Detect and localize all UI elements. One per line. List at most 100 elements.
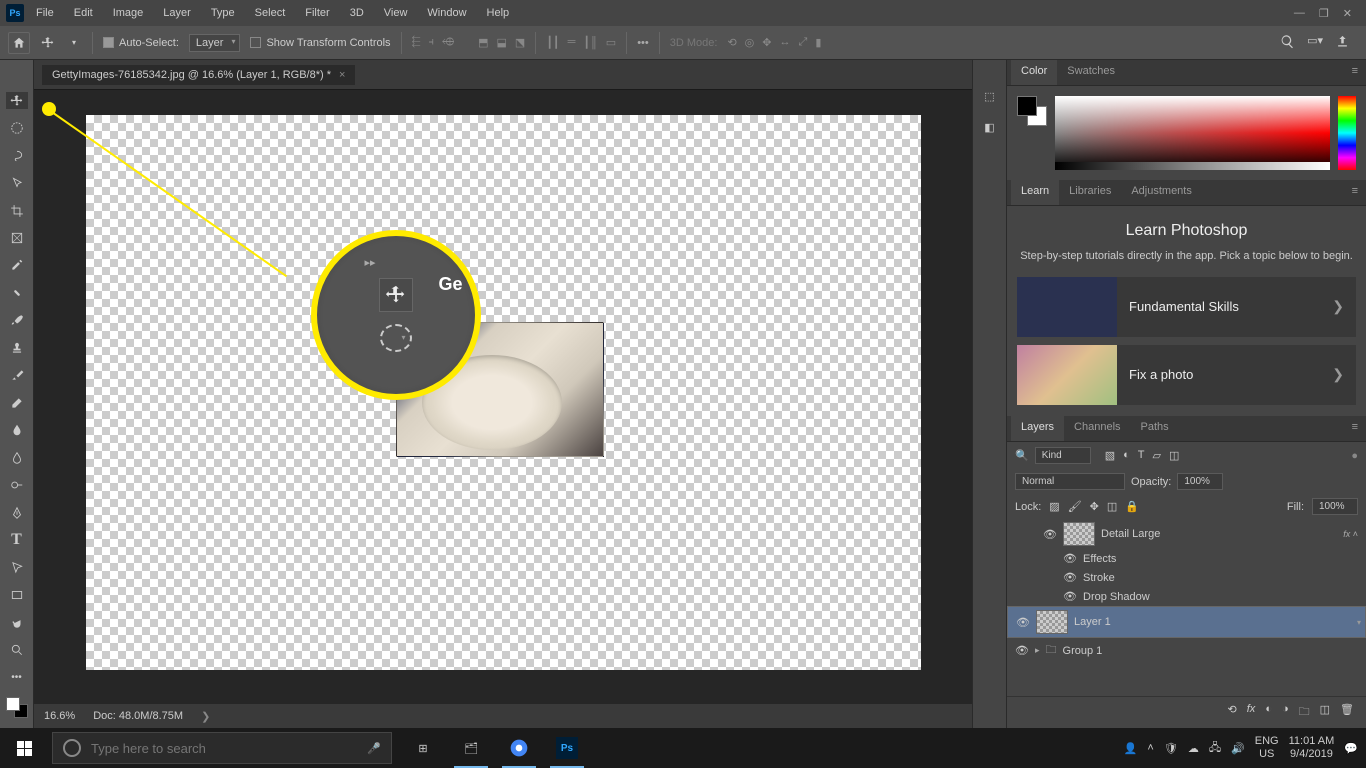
dropdown-icon[interactable]: ▾ (66, 35, 82, 51)
3d-zoom-icon[interactable]: ⤢ (799, 36, 808, 49)
blend-mode-select[interactable]: Normal (1015, 473, 1125, 490)
color-swatch[interactable] (6, 697, 28, 718)
language-indicator[interactable]: ENGUS (1255, 735, 1279, 761)
hand-tool[interactable] (6, 614, 28, 631)
layer-detail-large[interactable]: 👁 Detail Large fx ˄ (1007, 519, 1366, 549)
eraser-tool[interactable] (6, 394, 28, 411)
align-top-icon[interactable]: ⬒ (478, 36, 488, 49)
tab-channels[interactable]: Channels (1064, 416, 1130, 441)
filter-toggle-icon[interactable]: ● (1351, 450, 1358, 462)
adjustment-layer-icon[interactable]: ◑ (1282, 703, 1289, 722)
learn-item-fundamental[interactable]: Fundamental Skills ❯ (1017, 277, 1356, 337)
new-group-icon[interactable]: 🗀 (1299, 703, 1310, 722)
delete-layer-icon[interactable]: 🗑 (1340, 703, 1354, 722)
type-tool[interactable]: T (6, 531, 28, 549)
menu-type[interactable]: Type (203, 3, 243, 23)
menu-window[interactable]: Window (419, 3, 474, 23)
healing-tool[interactable] (6, 284, 28, 301)
auto-select-checkbox[interactable]: Auto-Select: (103, 37, 179, 49)
3d-pan-icon[interactable]: ✥ (762, 36, 771, 49)
tab-paths[interactable]: Paths (1131, 416, 1179, 441)
quick-select-tool[interactable] (6, 174, 28, 191)
tab-libraries[interactable]: Libraries (1059, 180, 1121, 205)
more-options-icon[interactable]: ••• (637, 37, 649, 49)
learn-panel-menu-icon[interactable]: ≡ (1344, 180, 1366, 205)
history-brush-tool[interactable] (6, 367, 28, 384)
zoom-tool[interactable] (6, 642, 28, 659)
layers-panel-menu-icon[interactable]: ≡ (1344, 416, 1366, 441)
tab-learn[interactable]: Learn (1011, 180, 1059, 205)
close-icon[interactable]: ✕ (1343, 7, 1352, 20)
network-icon[interactable]: 🖧 (1209, 739, 1221, 758)
tab-swatches[interactable]: Swatches (1057, 60, 1125, 85)
tab-adjustments[interactable]: Adjustments (1121, 180, 1202, 205)
mic-icon[interactable]: 🎤 (367, 742, 381, 755)
layer-mask-icon[interactable]: ◐ (1265, 703, 1272, 722)
shape-tool[interactable] (6, 587, 28, 604)
chrome-icon[interactable] (498, 728, 540, 768)
move-tool[interactable] (6, 92, 28, 109)
onedrive-icon[interactable]: ☁ (1188, 742, 1199, 755)
3d-orbit-icon[interactable]: ⟲ (727, 36, 736, 49)
visibility-icon[interactable]: 👁 (1063, 590, 1077, 603)
opacity-input[interactable]: 100% (1177, 473, 1223, 490)
lock-position-icon[interactable]: ✥ (1090, 500, 1099, 513)
layer-1[interactable]: 👁 Layer 1 (1007, 606, 1366, 638)
volume-icon[interactable]: 🔊 (1231, 742, 1245, 755)
align-right-icon[interactable]: ⬲ (442, 36, 454, 49)
lock-all-icon[interactable]: 🔒 (1125, 500, 1139, 513)
clock[interactable]: 11:01 AM9/4/2019 (1289, 735, 1335, 761)
filter-shape-icon[interactable]: ▱ (1153, 449, 1161, 462)
layer-stroke[interactable]: 👁 Stroke (1007, 568, 1366, 587)
doc-size[interactable]: Doc: 48.0M/8.75M (93, 710, 183, 722)
dodge-tool[interactable] (6, 476, 28, 493)
align-bottom-icon[interactable]: ⬔ (515, 36, 525, 49)
3d-camera-icon[interactable]: ▮ (815, 36, 821, 49)
menu-filter[interactable]: Filter (297, 3, 337, 23)
fill-input[interactable]: 100% (1312, 498, 1358, 515)
eyedropper-tool[interactable] (6, 257, 28, 274)
restore-icon[interactable]: ❐ (1319, 7, 1329, 20)
crop-tool[interactable] (6, 202, 28, 219)
lock-artboard-icon[interactable]: ◫ (1107, 500, 1117, 513)
start-button[interactable] (0, 728, 48, 768)
align-to-icon[interactable]: ▭ (606, 36, 616, 49)
file-explorer-icon[interactable]: 🗂 (450, 728, 492, 768)
3d-slide-icon[interactable]: ↔ (780, 36, 791, 49)
status-arrow-icon[interactable]: ❯ (201, 710, 210, 723)
distribute-h-icon[interactable]: ┃┃ (546, 36, 559, 49)
lock-transparency-icon[interactable]: ▨ (1049, 500, 1059, 513)
hue-strip[interactable] (1338, 96, 1356, 170)
tray-expand-icon[interactable]: ˄ (1147, 742, 1153, 754)
task-view-icon[interactable]: ⊞ (402, 728, 444, 768)
gradient-tool[interactable] (6, 421, 28, 438)
search-input[interactable] (91, 741, 357, 756)
fg-bg-swatch[interactable] (1017, 96, 1047, 126)
color-ramp[interactable] (1055, 96, 1330, 170)
menu-edit[interactable]: Edit (66, 3, 101, 23)
distribute-v-icon[interactable]: ═ (568, 36, 576, 49)
canvas[interactable]: ▸▸ Ge (86, 115, 921, 670)
lasso-tool[interactable] (6, 147, 28, 164)
layer-group-1[interactable]: 👁 ▸ 🗀 Group 1 (1007, 638, 1366, 663)
align-left-icon[interactable]: ⬱ (412, 36, 421, 49)
home-button[interactable] (8, 32, 30, 54)
search-box[interactable]: 🎤 (52, 732, 392, 764)
menu-help[interactable]: Help (479, 3, 518, 23)
new-layer-icon[interactable]: ◫ (1320, 703, 1330, 722)
tab-color[interactable]: Color (1011, 60, 1057, 85)
visibility-icon[interactable]: 👁 (1015, 644, 1029, 657)
workspace-switcher-icon[interactable]: ▭▾ (1307, 34, 1323, 52)
stamp-tool[interactable] (6, 339, 28, 356)
visibility-icon[interactable]: 👁 (1063, 571, 1077, 584)
frame-tool[interactable] (6, 229, 28, 246)
zoom-value[interactable]: 16.6% (44, 710, 75, 722)
distribute-3-icon[interactable]: ┃║ (583, 36, 597, 49)
blur-tool[interactable] (6, 449, 28, 466)
close-tab-icon[interactable]: × (339, 69, 345, 81)
visibility-icon[interactable]: 👁 (1063, 552, 1077, 565)
link-layers-icon[interactable]: ⟲ (1228, 703, 1237, 722)
properties-panel-icon[interactable]: ◧ (984, 121, 994, 134)
pen-tool[interactable] (6, 504, 28, 521)
align-middle-icon[interactable]: ⬓ (497, 36, 507, 49)
